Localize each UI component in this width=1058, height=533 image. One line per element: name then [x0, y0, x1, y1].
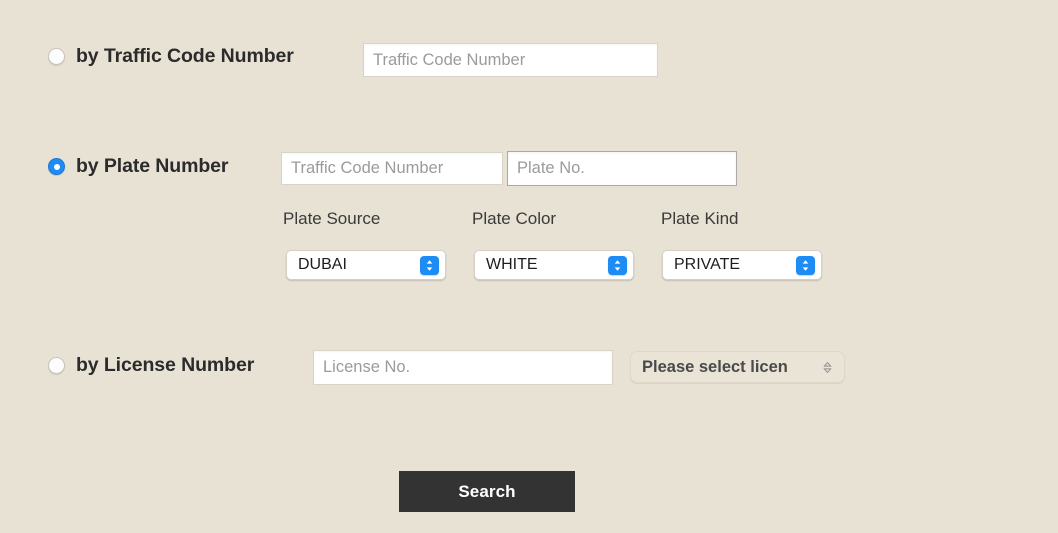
option-row-plate-number: by Plate Number	[48, 155, 228, 178]
plate-source-select[interactable]: DUBAI	[286, 250, 446, 280]
search-button[interactable]: Search	[399, 471, 575, 512]
radio-by-traffic-code-number[interactable]	[48, 48, 65, 65]
plate-number-input[interactable]	[507, 151, 737, 186]
traffic-fine-search-form: by Traffic Code Number by Plate Number P…	[0, 0, 1058, 533]
label-plate-source: Plate Source	[283, 209, 381, 228]
radio-by-plate-number[interactable]	[48, 158, 65, 175]
plate-color-selected-value: WHITE	[486, 256, 538, 273]
label-by-license-number: by License Number	[76, 354, 255, 376]
radio-by-license-number[interactable]	[48, 357, 65, 374]
plate-traffic-code-number-input[interactable]	[281, 152, 503, 185]
label-plate-color: Plate Color	[472, 209, 557, 228]
label-by-traffic-code-number: by Traffic Code Number	[76, 45, 294, 67]
license-source-select[interactable]: Please select licen	[630, 351, 845, 383]
chevron-up-down-icon[interactable]	[608, 255, 627, 275]
label-by-plate-number: by Plate Number	[76, 155, 229, 177]
traffic-code-number-input[interactable]	[363, 43, 658, 77]
option-row-traffic-code: by Traffic Code Number	[48, 45, 294, 68]
plate-kind-selected-value: PRIVATE	[674, 256, 741, 273]
label-plate-kind: Plate Kind	[661, 209, 739, 228]
option-row-license-number: by License Number	[48, 354, 254, 377]
plate-kind-select[interactable]: PRIVATE	[662, 250, 822, 280]
license-number-input[interactable]	[313, 350, 613, 385]
plate-color-select[interactable]: WHITE	[474, 250, 634, 280]
chevron-up-down-icon[interactable]	[420, 255, 439, 275]
license-source-selected-value: Please select licen	[642, 357, 788, 376]
chevron-up-down-icon[interactable]	[820, 358, 834, 377]
plate-source-selected-value: DUBAI	[298, 256, 347, 273]
chevron-up-down-icon[interactable]	[796, 255, 815, 275]
